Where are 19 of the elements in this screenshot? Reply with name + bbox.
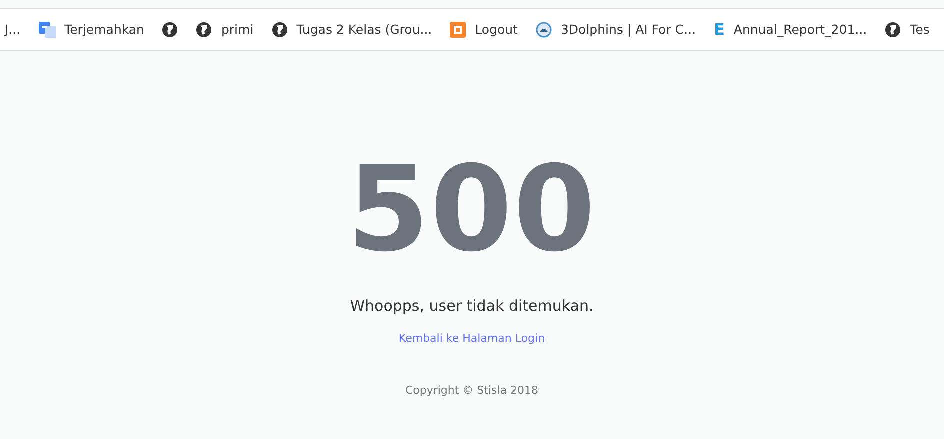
- bookmark-link[interactable]: primi: [221, 22, 254, 37]
- globe-icon[interactable]: [272, 22, 288, 38]
- bookmark-link[interactable]: Terjemahkan: [64, 22, 144, 37]
- globe-icon[interactable]: [196, 22, 212, 38]
- dolphin-circle-icon[interactable]: [536, 22, 552, 38]
- translate-icon[interactable]: [38, 22, 56, 38]
- back-to-login-link[interactable]: Kembali ke Halaman Login: [398, 332, 546, 345]
- framed-square-icon[interactable]: [450, 22, 466, 38]
- error-message: Whoopps, user tidak ditemukan.: [350, 297, 594, 315]
- bookmark-link[interactable]: Annual_Report_201...: [734, 22, 868, 37]
- globe-icon[interactable]: [162, 22, 178, 38]
- bookmark-link[interactable]: 3Dolphins | AI For C...: [560, 22, 696, 37]
- bookmark-link[interactable]: J...: [5, 22, 21, 37]
- bookmark-link[interactable]: Tes: [910, 22, 930, 37]
- bookmark-link[interactable]: Logout: [475, 22, 518, 37]
- copyright-text: Copyright © Stisla 2018: [405, 384, 539, 397]
- globe-icon[interactable]: [885, 22, 902, 38]
- error-code: 500: [347, 159, 597, 259]
- bookmark-link[interactable]: Tugas 2 Kelas (Grou...: [296, 22, 432, 37]
